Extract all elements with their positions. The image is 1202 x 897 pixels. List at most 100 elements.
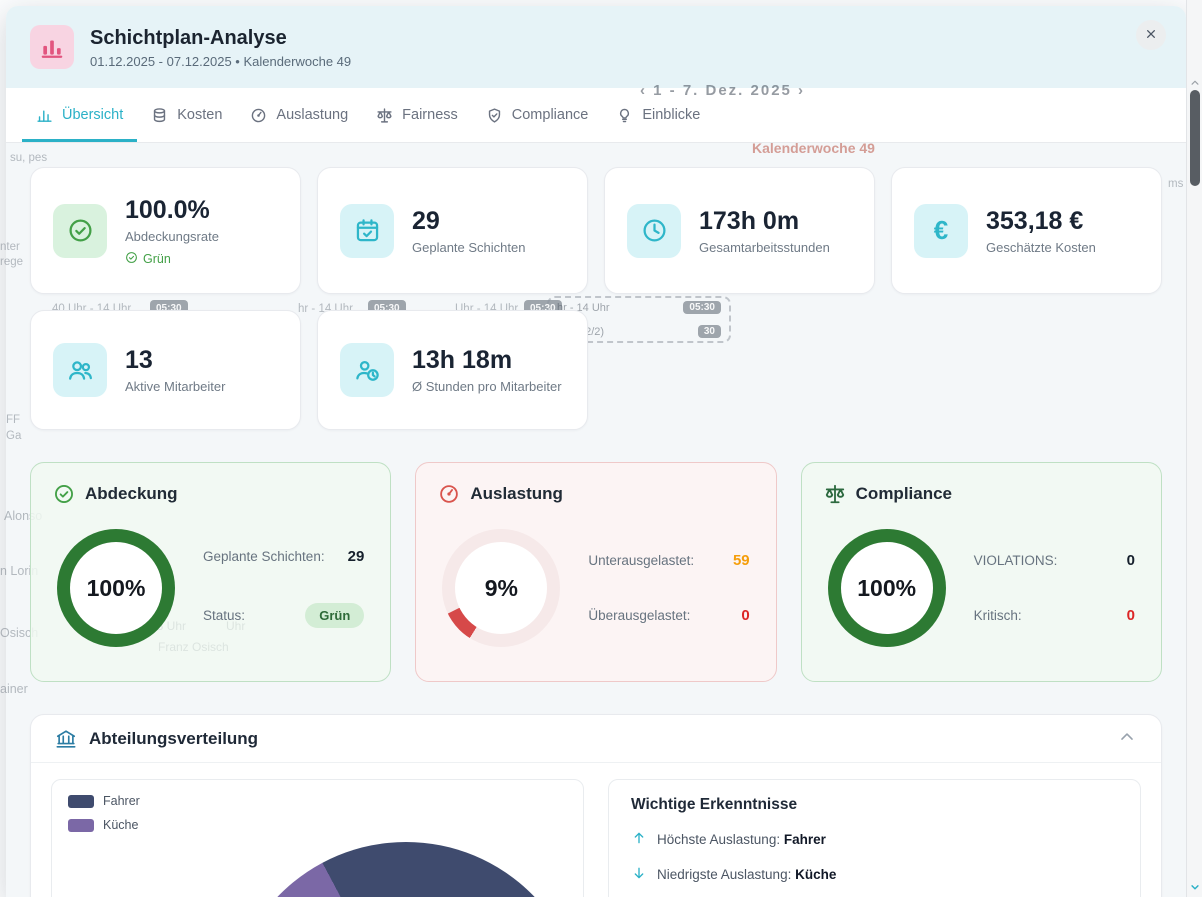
legend-swatch: [68, 819, 94, 832]
check-circle-icon: [125, 251, 138, 267]
tab-label: Auslastung: [276, 107, 348, 123]
stat-value: 13h 18m: [412, 345, 562, 375]
schichtplan-analyse-modal: Schichtplan-Analyse 01.12.2025 - 07.12.2…: [6, 6, 1186, 897]
legend-item-kueche[interactable]: Küche: [68, 818, 567, 832]
insight-hoechste-auslastung: Höchste Auslastung: Fahrer: [631, 830, 1118, 849]
stat-value: 353,18 €: [986, 206, 1096, 236]
panel-row: Unterausgelastet: 59: [588, 552, 749, 569]
tab-bar: Übersicht Kosten Auslastung Fairness Com…: [6, 88, 1186, 143]
check-circle-icon: [53, 204, 107, 258]
arrow-down-icon: [631, 865, 647, 884]
stat-card-stunden-pro-mitarbeiter: 13h 18m Ø Stunden pro Mitarbeiter: [317, 310, 588, 430]
scroll-up-icon[interactable]: [1188, 76, 1202, 90]
shield-check-icon: [486, 107, 503, 124]
tab-label: Einblicke: [642, 107, 700, 123]
scroll-down-icon[interactable]: [1188, 880, 1202, 894]
stat-card-aktive-mitarbeiter: 13 Aktive Mitarbeiter: [30, 310, 301, 430]
department-pie-chart: Fahrer Küche: [51, 779, 584, 897]
bar-chart-icon: [30, 25, 74, 69]
stat-value: 29: [412, 206, 525, 236]
insight-niedrigste-auslastung: Niedrigste Auslastung: Küche: [631, 865, 1118, 884]
stat-label: Ø Stunden pro Mitarbeiter: [412, 378, 562, 395]
page-scrollbar[interactable]: [1186, 0, 1202, 897]
bank-icon: [55, 728, 77, 750]
status-badge: Grün: [305, 603, 364, 628]
abdeckung-gauge: 100%: [57, 529, 175, 647]
clock-icon: [627, 204, 681, 258]
stat-label: Abdeckungsrate: [125, 228, 219, 245]
panel-row: Geplante Schichten: 29: [203, 548, 364, 565]
users-icon: [53, 343, 107, 397]
gauge-icon: [250, 107, 267, 124]
chevron-up-icon: [1117, 727, 1137, 750]
stat-label: Geschätzte Kosten: [986, 239, 1096, 256]
scale-icon: [824, 483, 846, 505]
tab-kosten[interactable]: Kosten: [137, 88, 236, 142]
overview-content: 100.0% Abdeckungsrate Grün 29 Geplante S…: [6, 143, 1186, 897]
gauge-percent: 100%: [87, 575, 146, 602]
stat-card-abdeckungsrate: 100.0% Abdeckungsrate Grün: [30, 167, 301, 294]
tab-auslastung[interactable]: Auslastung: [236, 88, 362, 142]
auslastung-gauge: 9%: [442, 529, 560, 647]
stat-label: Geplante Schichten: [412, 239, 525, 256]
tab-label: Übersicht: [62, 107, 123, 123]
gauge-percent: 9%: [485, 575, 518, 602]
lightbulb-icon: [616, 107, 633, 124]
stat-card-geschaetzte-kosten: € 353,18 € Geschätzte Kosten: [891, 167, 1162, 294]
page: Schichtplan-Analyse 01.12.2025 - 07.12.2…: [0, 0, 1202, 897]
stat-label: Aktive Mitarbeiter: [125, 378, 225, 395]
panel-auslastung: Auslastung 9% Unterausgelastet: 59: [415, 462, 776, 682]
date-range-subtitle: 01.12.2025 - 07.12.2025 • Kalenderwoche …: [90, 54, 351, 69]
collapse-section-button[interactable]: [1117, 727, 1137, 750]
panel-compliance: Compliance 100% VIOLATIONS: 0 Kr: [801, 462, 1162, 682]
department-donut: [228, 842, 584, 897]
tab-label: Kosten: [177, 107, 222, 123]
page-title: Schichtplan-Analyse: [90, 25, 351, 51]
insights-card: Wichtige Erkenntnisse Höchste Auslastung…: [608, 779, 1141, 897]
gauge-percent: 100%: [857, 575, 916, 602]
panel-row: Status: Grün: [203, 603, 364, 628]
arrow-up-icon: [631, 830, 647, 849]
panel-row: Überausgelastet: 0: [588, 607, 749, 624]
legend-item-fahrer[interactable]: Fahrer: [68, 794, 567, 808]
stat-value: 100.0%: [125, 195, 219, 225]
stat-value: 173h 0m: [699, 206, 830, 236]
compliance-gauge: 100%: [828, 529, 946, 647]
close-icon: [1143, 26, 1159, 45]
scale-icon: [376, 107, 393, 124]
check-circle-icon: [53, 483, 75, 505]
euro-icon: €: [914, 204, 968, 258]
status-badge: Grün: [125, 251, 219, 267]
tab-uebersicht[interactable]: Übersicht: [22, 88, 137, 142]
section-title: Abteilungsverteilung: [89, 729, 258, 749]
insights-title: Wichtige Erkenntnisse: [631, 796, 1118, 814]
panel-abdeckung: Abdeckung 100% Geplante Schichten: 29: [30, 462, 391, 682]
close-button[interactable]: [1136, 20, 1166, 50]
stat-label: Gesamtarbeitsstunden: [699, 239, 830, 256]
calendar-check-icon: [340, 204, 394, 258]
coins-icon: [151, 107, 168, 124]
panel-title: Auslastung: [470, 484, 563, 504]
tab-einblicke[interactable]: Einblicke: [602, 88, 714, 142]
modal-header: Schichtplan-Analyse 01.12.2025 - 07.12.2…: [6, 6, 1186, 88]
stat-card-geplante-schichten: 29 Geplante Schichten: [317, 167, 588, 294]
panel-title: Abdeckung: [85, 484, 178, 504]
stat-cards-row-2: 13 Aktive Mitarbeiter 13h 18m Ø Stunden …: [30, 310, 1162, 430]
status-panels: Abdeckung 100% Geplante Schichten: 29: [30, 462, 1162, 682]
stat-card-gesamtarbeitsstunden: 173h 0m Gesamtarbeitsstunden: [604, 167, 875, 294]
panel-title: Compliance: [856, 484, 952, 504]
bar-chart-icon: [36, 107, 53, 124]
gauge-icon: [438, 483, 460, 505]
stat-cards-row-1: 100.0% Abdeckungsrate Grün 29 Geplante S…: [30, 167, 1162, 294]
tab-label: Fairness: [402, 107, 458, 123]
tab-compliance[interactable]: Compliance: [472, 88, 603, 142]
legend-swatch: [68, 795, 94, 808]
user-clock-icon: [340, 343, 394, 397]
scrollbar-thumb[interactable]: [1190, 90, 1200, 186]
tab-label: Compliance: [512, 107, 589, 123]
section-abteilungsverteilung: Abteilungsverteilung Fahrer Küche: [30, 714, 1162, 897]
tab-fairness[interactable]: Fairness: [362, 88, 472, 142]
stat-value: 13: [125, 345, 225, 375]
panel-row: Kritisch: 0: [974, 607, 1135, 624]
panel-row: VIOLATIONS: 0: [974, 552, 1135, 569]
